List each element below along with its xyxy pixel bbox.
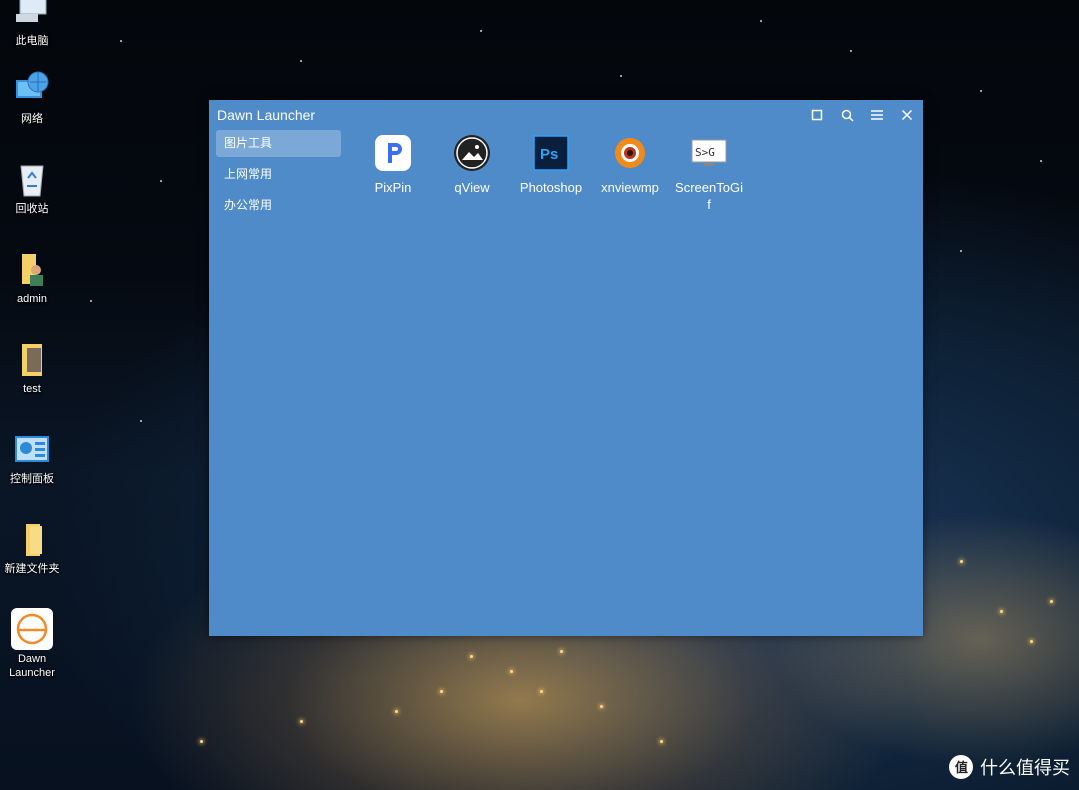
launcher-window: Dawn Launcher 图片工具 上网常用 办公常用 PixPin qVie…: [209, 100, 923, 636]
close-button[interactable]: [896, 105, 918, 125]
menu-icon: [871, 110, 883, 120]
maximize-icon: [811, 109, 823, 121]
menu-button[interactable]: [866, 105, 888, 125]
search-button[interactable]: [836, 105, 858, 125]
app-screentogif[interactable]: S>G ScreenToGif: [670, 134, 748, 213]
desktop-icon-admin[interactable]: admin: [0, 250, 64, 306]
control-panel-icon: [12, 430, 52, 470]
smzdm-icon: 值: [949, 755, 973, 779]
pixpin-icon: [374, 134, 412, 172]
folder-icon: [12, 340, 52, 380]
svg-text:S>G: S>G: [695, 146, 715, 159]
app-photoshop[interactable]: Ps Photoshop: [512, 134, 590, 196]
desktop-icon-recycle-bin[interactable]: 回收站: [0, 160, 64, 216]
computer-icon: [12, 0, 52, 32]
svg-text:值: 值: [955, 760, 968, 776]
category-image-tools[interactable]: 图片工具: [216, 130, 341, 157]
app-pixpin[interactable]: PixPin: [354, 134, 432, 196]
desktop-icon-new-folder[interactable]: 新建文件夹: [0, 520, 64, 576]
desktop-icon-network[interactable]: 网络: [0, 70, 64, 126]
photoshop-icon: Ps: [532, 134, 570, 172]
user-folder-icon: [12, 250, 52, 290]
app-qview[interactable]: qView: [433, 134, 511, 196]
desktop-icon-test[interactable]: test: [0, 340, 64, 396]
qview-icon: [453, 134, 491, 172]
search-icon: [841, 109, 854, 122]
desktop-icons: 此电脑 网络 回收站 admin test 控制面板 新建文件夹 Dawn La…: [0, 0, 64, 790]
maximize-button[interactable]: [806, 105, 828, 125]
app-xnviewmp[interactable]: xnviewmp: [591, 134, 669, 196]
svg-text:Ps: Ps: [540, 146, 558, 163]
desktop-icon-dawn-launcher[interactable]: Dawn Launcher: [0, 608, 64, 680]
watermark: 值 什么值得买: [948, 754, 1070, 780]
title-bar[interactable]: Dawn Launcher: [209, 100, 923, 130]
window-title: Dawn Launcher: [217, 107, 316, 123]
category-sidebar: 图片工具 上网常用 办公常用: [216, 130, 341, 223]
desktop-icon-this-pc[interactable]: 此电脑: [0, 0, 64, 48]
xnview-icon: [611, 134, 649, 172]
recycle-bin-icon: [12, 160, 52, 200]
category-web[interactable]: 上网常用: [216, 161, 341, 188]
screentogif-icon: S>G: [690, 134, 728, 172]
network-icon: [12, 70, 52, 110]
folder-icon: [12, 520, 52, 560]
category-office[interactable]: 办公常用: [216, 192, 341, 219]
close-icon: [901, 109, 913, 121]
desktop-icon-control-panel[interactable]: 控制面板: [0, 430, 64, 486]
dawn-launcher-icon: [11, 608, 53, 650]
